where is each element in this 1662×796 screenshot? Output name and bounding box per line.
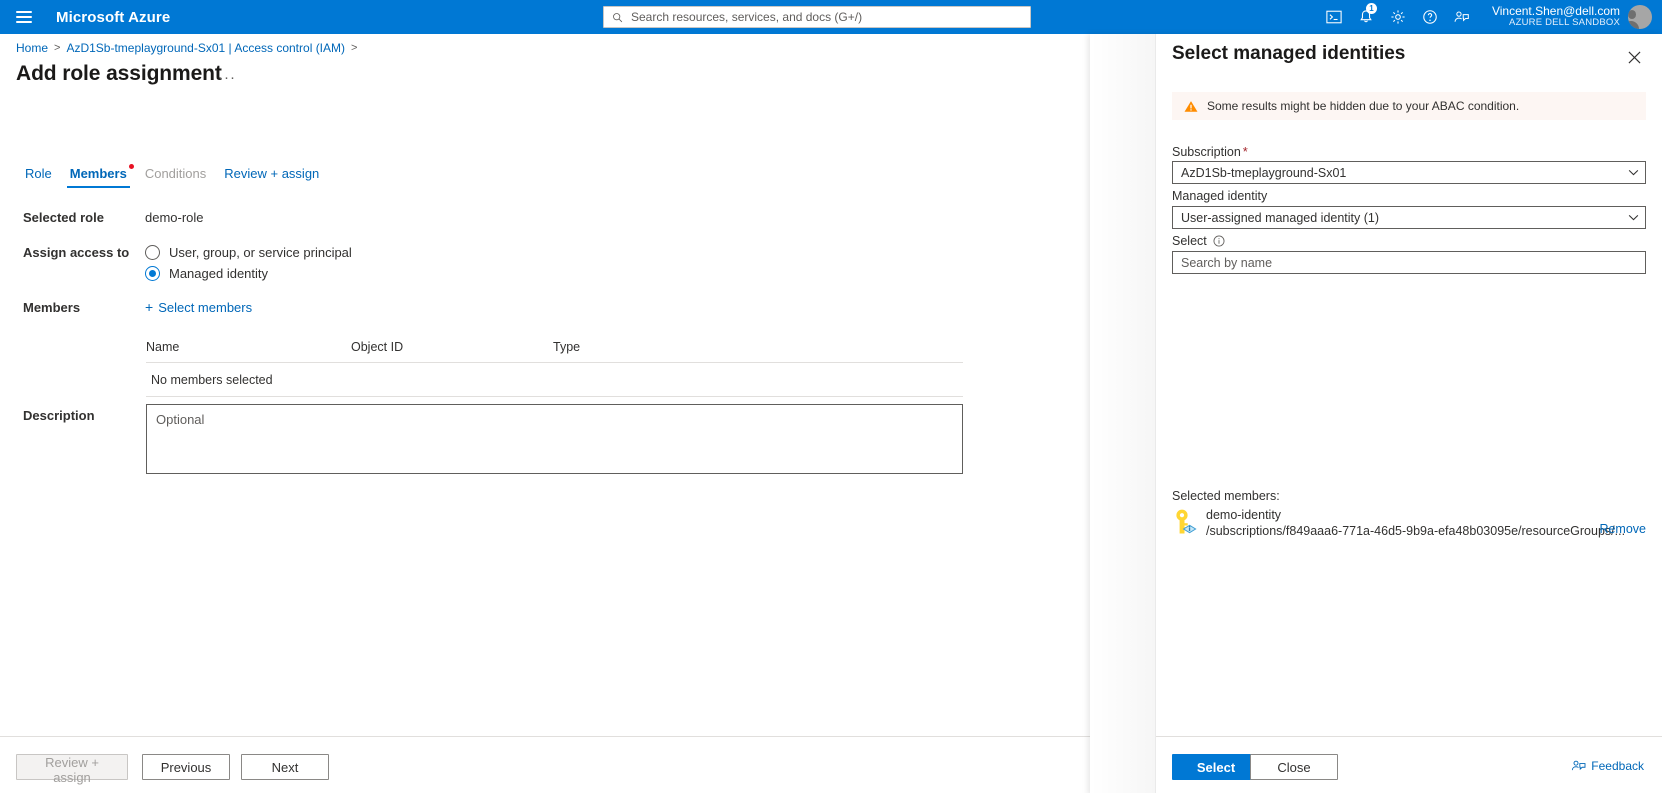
abac-warning-text: Some results might be hidden due to your… xyxy=(1207,99,1520,113)
selected-member-path: /subscriptions/f849aaa6-771a-46d5-9b9a-e… xyxy=(1206,524,1626,538)
top-navigation-bar: Microsoft Azure 1 xyxy=(0,0,1662,34)
remove-member-link[interactable]: Remove xyxy=(1599,522,1646,536)
chevron-down-icon-2 xyxy=(1628,214,1639,221)
account-menu[interactable]: Vincent.Shen@dell.com AZURE DELL SANDBOX xyxy=(1478,3,1662,30)
description-label: Description xyxy=(23,408,95,423)
select-field-label: Select xyxy=(1172,234,1225,248)
members-table-empty-row: No members selected xyxy=(151,373,273,387)
table-bottom-divider xyxy=(146,396,963,397)
subscription-label: Subscription * xyxy=(1172,144,1248,159)
breadcrumb-separator-icon-2: > xyxy=(351,42,358,54)
avatar[interactable] xyxy=(1628,5,1652,29)
tab-review-assign-label: Review + assign xyxy=(224,166,320,181)
breadcrumb-separator-icon: > xyxy=(54,42,61,54)
panel-scrim xyxy=(1090,34,1156,796)
azure-brand-label[interactable]: Microsoft Azure xyxy=(56,9,170,26)
top-bar-icon-group: 1 Vincent.Shen@dell.com AZURE DELL SANDB… xyxy=(1318,0,1662,34)
members-table: Name Object ID Type No members selected xyxy=(146,340,963,397)
panel-footer: Select Close Feedback xyxy=(1156,736,1662,796)
review-and-assign-button: Review + assign xyxy=(16,754,128,785)
account-email: Vincent.Shen@dell.com xyxy=(1491,3,1620,18)
identity-search-input[interactable] xyxy=(1172,251,1646,274)
close-button[interactable]: Close xyxy=(1250,754,1338,780)
column-header-type: Type xyxy=(553,340,581,354)
notifications-icon[interactable]: 1 xyxy=(1350,0,1382,34)
assign-access-to-label: Assign access to xyxy=(23,245,130,260)
close-icon[interactable] xyxy=(1623,46,1645,68)
tab-review-assign[interactable]: Review + assign xyxy=(215,166,328,188)
tab-role-label: Role xyxy=(25,166,52,181)
managed-identity-value: User-assigned managed identity (1) xyxy=(1181,210,1380,225)
add-role-assignment-blade: Home > AzD1Sb-tmeplayground-Sx01 | Acces… xyxy=(0,34,1090,796)
notification-badge: 1 xyxy=(1365,3,1377,14)
breadcrumb: Home > AzD1Sb-tmeplayground-Sx01 | Acces… xyxy=(16,41,363,55)
gear-icon[interactable] xyxy=(1382,0,1414,34)
search-input[interactable] xyxy=(629,9,1022,25)
column-header-object-id: Object ID xyxy=(351,340,404,354)
radio-managed-identity-label: Managed identity xyxy=(169,266,269,281)
required-dot-icon xyxy=(128,164,134,169)
radio-user-group-label: User, group, or service principal xyxy=(169,245,352,260)
feedback-label: Feedback xyxy=(1591,759,1644,773)
select-button[interactable]: Select xyxy=(1172,754,1260,780)
tab-members[interactable]: Members xyxy=(61,164,136,188)
selected-members-title: Selected members: xyxy=(1172,489,1280,503)
managed-identity-dropdown[interactable]: User-assigned managed identity (1) xyxy=(1172,206,1646,229)
wizard-tabs: Role Members Conditions Review + assign xyxy=(16,162,328,188)
panel-body: Select managed identities Some results m… xyxy=(1156,34,1662,796)
breadcrumb-item-home[interactable]: Home xyxy=(16,41,48,55)
global-search[interactable] xyxy=(603,6,1031,28)
subscription-label-text: Subscription xyxy=(1172,145,1241,159)
select-members-label: Select members xyxy=(158,300,253,315)
managed-identity-label: Managed identity xyxy=(1172,189,1268,203)
feedback-link[interactable]: Feedback xyxy=(1571,759,1644,773)
radio-checked-icon xyxy=(145,266,160,281)
members-table-header: Name Object ID Type xyxy=(146,340,963,362)
required-asterisk: * xyxy=(1242,144,1248,159)
page-title: Add role assignment xyxy=(16,62,222,85)
selected-member-name: demo-identity xyxy=(1206,508,1282,522)
info-icon[interactable] xyxy=(1213,235,1225,247)
key-identity-icon xyxy=(1172,508,1200,540)
radio-user-group-service-principal[interactable]: User, group, or service principal xyxy=(145,245,352,260)
tab-members-label: Members xyxy=(69,166,127,181)
abac-warning-banner: Some results might be hidden due to your… xyxy=(1172,92,1646,120)
plus-icon: + xyxy=(145,299,154,315)
blade-footer: Review + assign Previous Next xyxy=(0,736,1090,796)
search-icon xyxy=(613,12,623,22)
feedback-icon xyxy=(1572,760,1586,771)
selected-member-item: demo-identity /subscriptions/f849aaa6-77… xyxy=(1172,506,1646,540)
azure-portal: Microsoft Azure 1 xyxy=(0,0,1662,796)
previous-button[interactable]: Previous xyxy=(142,754,230,780)
account-tenant: AZURE DELL SANDBOX xyxy=(1509,17,1620,29)
tab-role[interactable]: Role xyxy=(16,166,61,188)
radio-unchecked-icon xyxy=(145,245,160,260)
select-field-label-text: Select xyxy=(1172,234,1207,248)
cloud-shell-icon[interactable] xyxy=(1318,0,1350,34)
panel-title: Select managed identities xyxy=(1172,43,1406,64)
warning-icon xyxy=(1184,100,1198,112)
help-icon[interactable] xyxy=(1414,0,1446,34)
more-options-button[interactable]: ··· xyxy=(218,70,235,89)
tab-conditions-label: Conditions xyxy=(144,166,207,181)
subscription-value: AzD1Sb-tmeplayground-Sx01 xyxy=(1181,165,1347,180)
subscription-dropdown[interactable]: AzD1Sb-tmeplayground-Sx01 xyxy=(1172,161,1646,184)
members-label: Members xyxy=(23,300,81,315)
feedback-icon[interactable] xyxy=(1446,0,1478,34)
next-button[interactable]: Next xyxy=(241,754,329,780)
selected-member-texts: demo-identity /subscriptions/f849aaa6-77… xyxy=(1206,506,1625,539)
selected-role-value: demo-role xyxy=(145,210,204,225)
description-input[interactable] xyxy=(146,404,963,474)
hamburger-icon[interactable] xyxy=(0,0,48,34)
select-members-button[interactable]: + Select members xyxy=(145,300,252,315)
radio-managed-identity[interactable]: Managed identity xyxy=(145,266,268,281)
select-managed-identities-panel: Select managed identities Some results m… xyxy=(1090,34,1662,796)
column-header-name: Name xyxy=(146,340,180,354)
breadcrumb-item-resource[interactable]: AzD1Sb-tmeplayground-Sx01 | Access contr… xyxy=(66,41,345,55)
chevron-down-icon xyxy=(1628,169,1639,176)
tab-conditions: Conditions xyxy=(136,166,215,188)
selected-role-label: Selected role xyxy=(23,210,104,225)
